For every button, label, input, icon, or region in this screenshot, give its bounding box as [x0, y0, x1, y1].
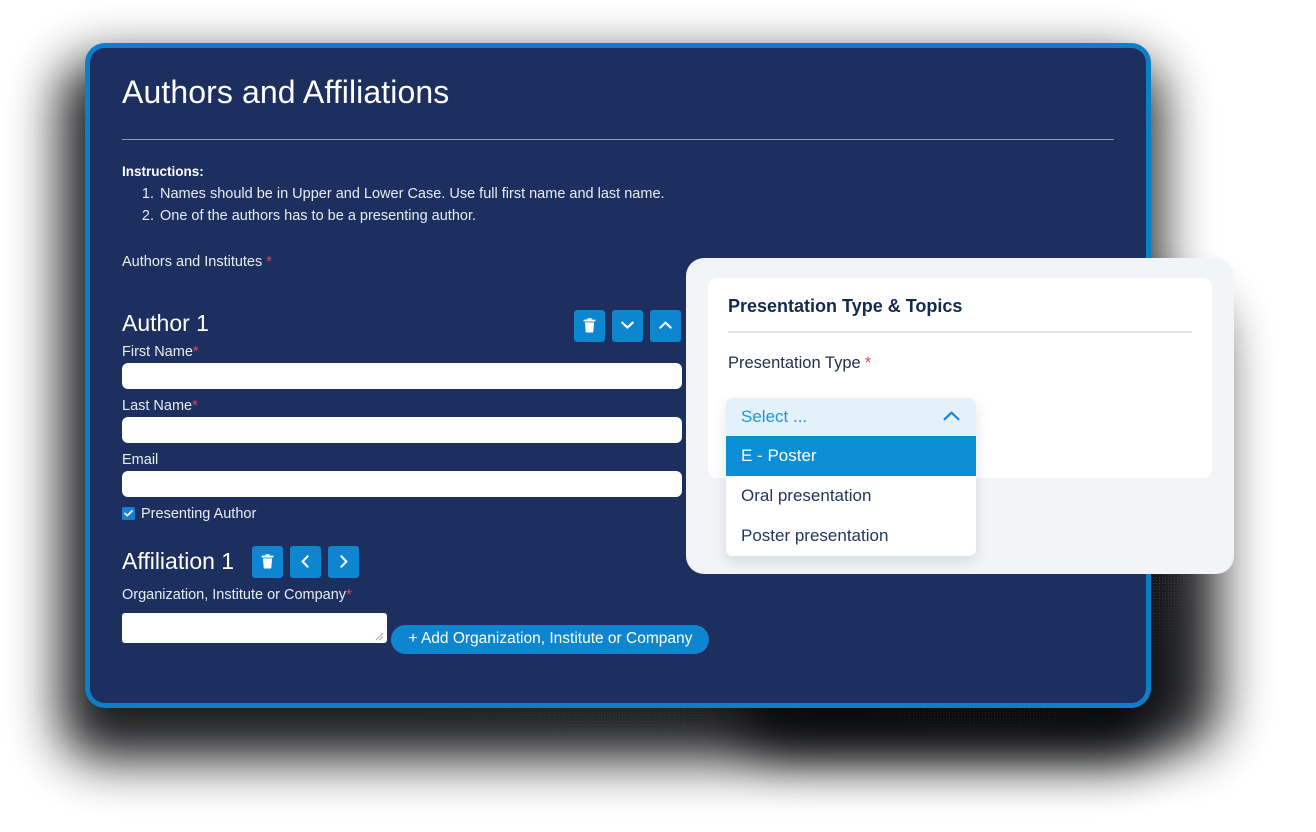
move-author-up-button[interactable] — [650, 309, 681, 342]
organization-input-wrap — [122, 611, 387, 644]
title-divider — [122, 139, 1114, 140]
presenting-author-checkbox[interactable] — [122, 507, 135, 521]
dropdown-trigger[interactable]: Select ... — [726, 398, 976, 436]
page-title: Authors and Affiliations — [122, 74, 450, 110]
last-name-input[interactable] — [122, 416, 682, 443]
instruction-item: Names should be in Upper and Lower Case.… — [158, 183, 1114, 205]
email-input[interactable] — [122, 470, 682, 497]
affiliation-actions — [252, 545, 360, 578]
dropdown-selected-text: Select ... — [741, 407, 808, 426]
chevron-down-icon — [621, 321, 634, 330]
instruction-item: One of the authors has to be a presentin… — [158, 205, 1114, 227]
chevron-up-icon — [943, 408, 960, 426]
chevron-right-icon — [339, 555, 348, 569]
check-icon — [124, 510, 133, 517]
required-asterisk: * — [346, 586, 352, 603]
required-asterisk: * — [192, 397, 198, 414]
chevron-left-icon — [301, 555, 310, 569]
presentation-type-label: Presentation Type * — [728, 354, 1192, 373]
instructions-list: Names should be in Upper and Lower Case.… — [122, 183, 1114, 228]
presentation-type-label-text: Presentation Type — [728, 354, 861, 372]
first-name-label-text: First Name — [122, 343, 193, 360]
dropdown-option-list: E - Poster Oral presentation Poster pres… — [726, 436, 976, 556]
trash-icon — [261, 554, 274, 569]
instructions-heading: Instructions: — [122, 164, 204, 179]
presentation-type-dropdown[interactable]: Select ... E - Poster Oral presentation … — [726, 398, 976, 556]
presenting-author-label: Presenting Author — [141, 505, 257, 522]
organization-label: Organization, Institute or Company* — [122, 587, 1114, 603]
author-heading: Author 1 — [122, 309, 209, 336]
dropdown-option-e-poster[interactable]: E - Poster — [726, 436, 976, 476]
first-name-input[interactable] — [122, 362, 682, 389]
organization-label-text: Organization, Institute or Company — [122, 586, 347, 603]
delete-affiliation-button[interactable] — [252, 545, 284, 578]
move-affiliation-right-button[interactable] — [328, 545, 360, 578]
required-asterisk: * — [192, 343, 199, 360]
dropdown-option-poster-presentation[interactable]: Poster presentation — [726, 516, 976, 556]
chevron-up-icon — [659, 321, 672, 330]
presentation-card-title: Presentation Type & Topics — [728, 296, 963, 316]
card-divider — [728, 331, 1192, 333]
add-organization-button[interactable]: + Add Organization, Institute or Company — [391, 624, 710, 654]
last-name-label-text: Last Name — [122, 397, 193, 414]
move-affiliation-left-button[interactable] — [290, 545, 322, 578]
required-asterisk: * — [266, 253, 272, 270]
delete-author-button[interactable] — [574, 309, 605, 342]
dropdown-option-oral-presentation[interactable]: Oral presentation — [726, 476, 976, 516]
trash-icon — [583, 318, 596, 333]
organization-textarea[interactable] — [122, 613, 387, 644]
author-actions — [574, 309, 681, 342]
required-asterisk: * — [864, 354, 872, 372]
affiliation-heading: Affiliation 1 — [122, 548, 235, 575]
move-author-down-button[interactable] — [612, 309, 643, 342]
authors-institutes-label: Authors and Institutes — [122, 253, 263, 270]
